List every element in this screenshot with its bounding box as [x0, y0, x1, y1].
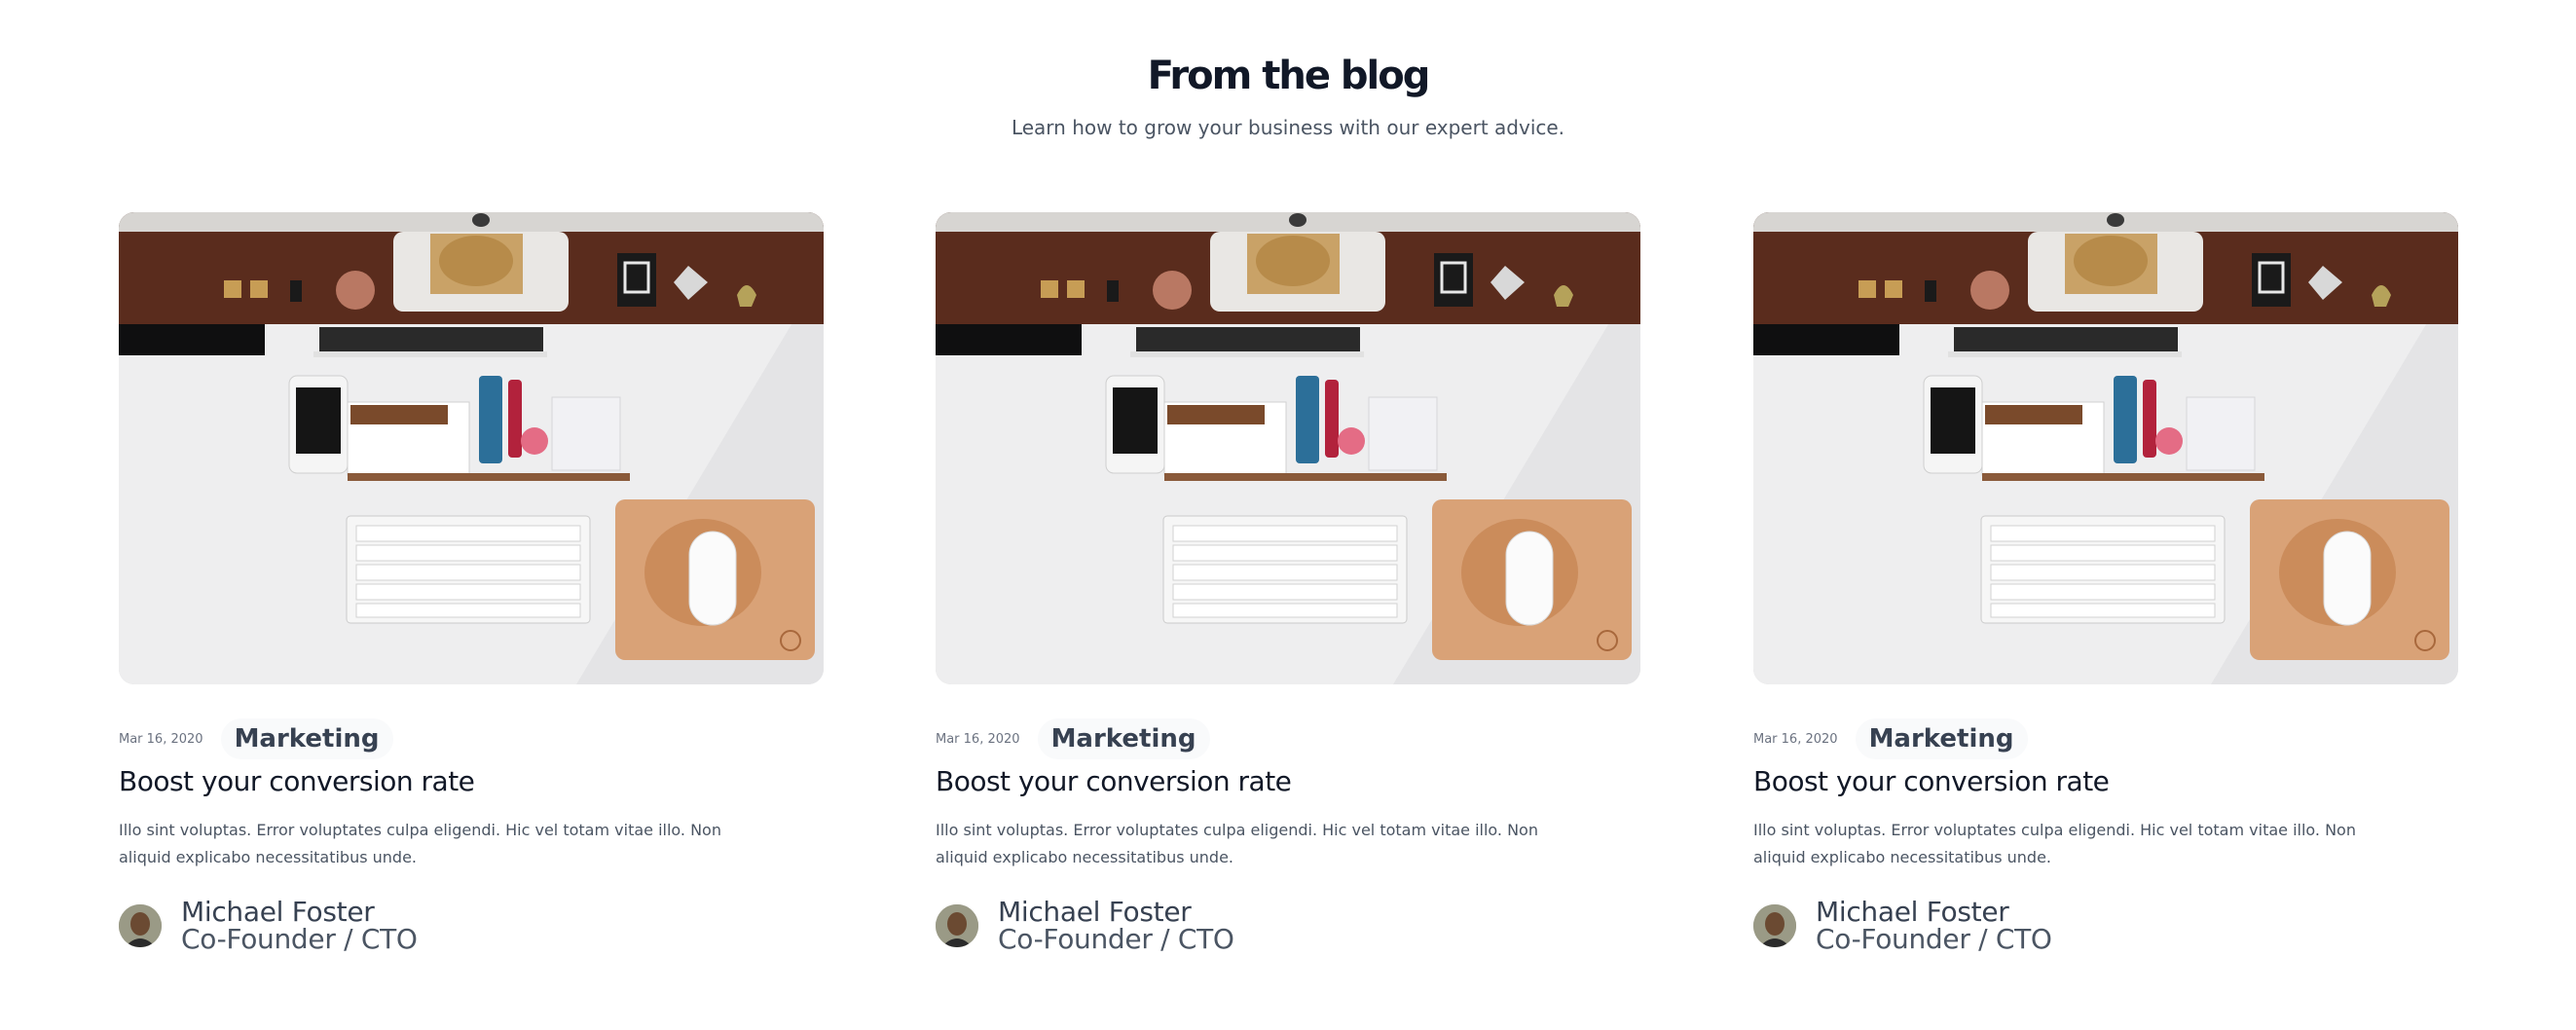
post-excerpt: Illo sint voluptas. Error voluptates cul…	[119, 821, 721, 866]
avatar	[936, 904, 978, 947]
blog-section: From the blog Learn how to grow your bus…	[0, 0, 2576, 1030]
post-author: Michael Foster Co-Founder / CTO	[119, 899, 824, 953]
post-meta: Mar 16, 2020 Marketing	[119, 717, 824, 760]
page-title: From the blog	[1147, 54, 1431, 98]
post-date: Mar 16, 2020	[1753, 731, 1838, 747]
post-meta: Mar 16, 2020 Marketing	[936, 717, 1640, 760]
page-subtitle: Learn how to grow your business with our…	[1011, 116, 1565, 139]
author-name[interactable]: Michael Foster	[998, 899, 1234, 926]
post-date: Mar 16, 2020	[119, 731, 203, 747]
category-tag[interactable]: Marketing	[1855, 718, 2028, 759]
post-title[interactable]: Boost your conversion rate	[1753, 762, 2458, 801]
category-tag[interactable]: Marketing	[1037, 718, 1210, 759]
blog-post-card[interactable]: Mar 16, 2020 Marketing Boost your conver…	[119, 212, 824, 953]
category-tag[interactable]: Marketing	[220, 718, 393, 759]
avatar	[119, 904, 162, 947]
post-meta: Mar 16, 2020 Marketing	[1753, 717, 2458, 760]
post-title[interactable]: Boost your conversion rate	[119, 762, 824, 801]
post-author: Michael Foster Co-Founder / CTO	[1753, 899, 2458, 953]
author-role: Co-Founder / CTO	[181, 923, 418, 955]
avatar	[1753, 904, 1796, 947]
blog-header: From the blog Learn how to grow your bus…	[0, 49, 2576, 141]
post-excerpt: Illo sint voluptas. Error voluptates cul…	[936, 821, 1538, 866]
post-image[interactable]	[1753, 212, 2458, 684]
author-details: Michael Foster Co-Founder / CTO	[998, 899, 1234, 953]
blog-post-card[interactable]: Mar 16, 2020 Marketing Boost your conver…	[936, 212, 1640, 953]
author-details: Michael Foster Co-Founder / CTO	[1816, 899, 2052, 953]
author-name[interactable]: Michael Foster	[1816, 899, 2052, 926]
post-excerpt: Illo sint voluptas. Error voluptates cul…	[1753, 821, 2356, 866]
author-role: Co-Founder / CTO	[1816, 923, 2052, 955]
author-name[interactable]: Michael Foster	[181, 899, 418, 926]
post-image[interactable]	[119, 212, 824, 684]
post-author: Michael Foster Co-Founder / CTO	[936, 899, 1640, 953]
post-title[interactable]: Boost your conversion rate	[936, 762, 1640, 801]
author-details: Michael Foster Co-Founder / CTO	[181, 899, 418, 953]
post-image[interactable]	[936, 212, 1640, 684]
post-date: Mar 16, 2020	[936, 731, 1020, 747]
author-role: Co-Founder / CTO	[998, 923, 1234, 955]
blog-post-card[interactable]: Mar 16, 2020 Marketing Boost your conver…	[1753, 212, 2458, 953]
